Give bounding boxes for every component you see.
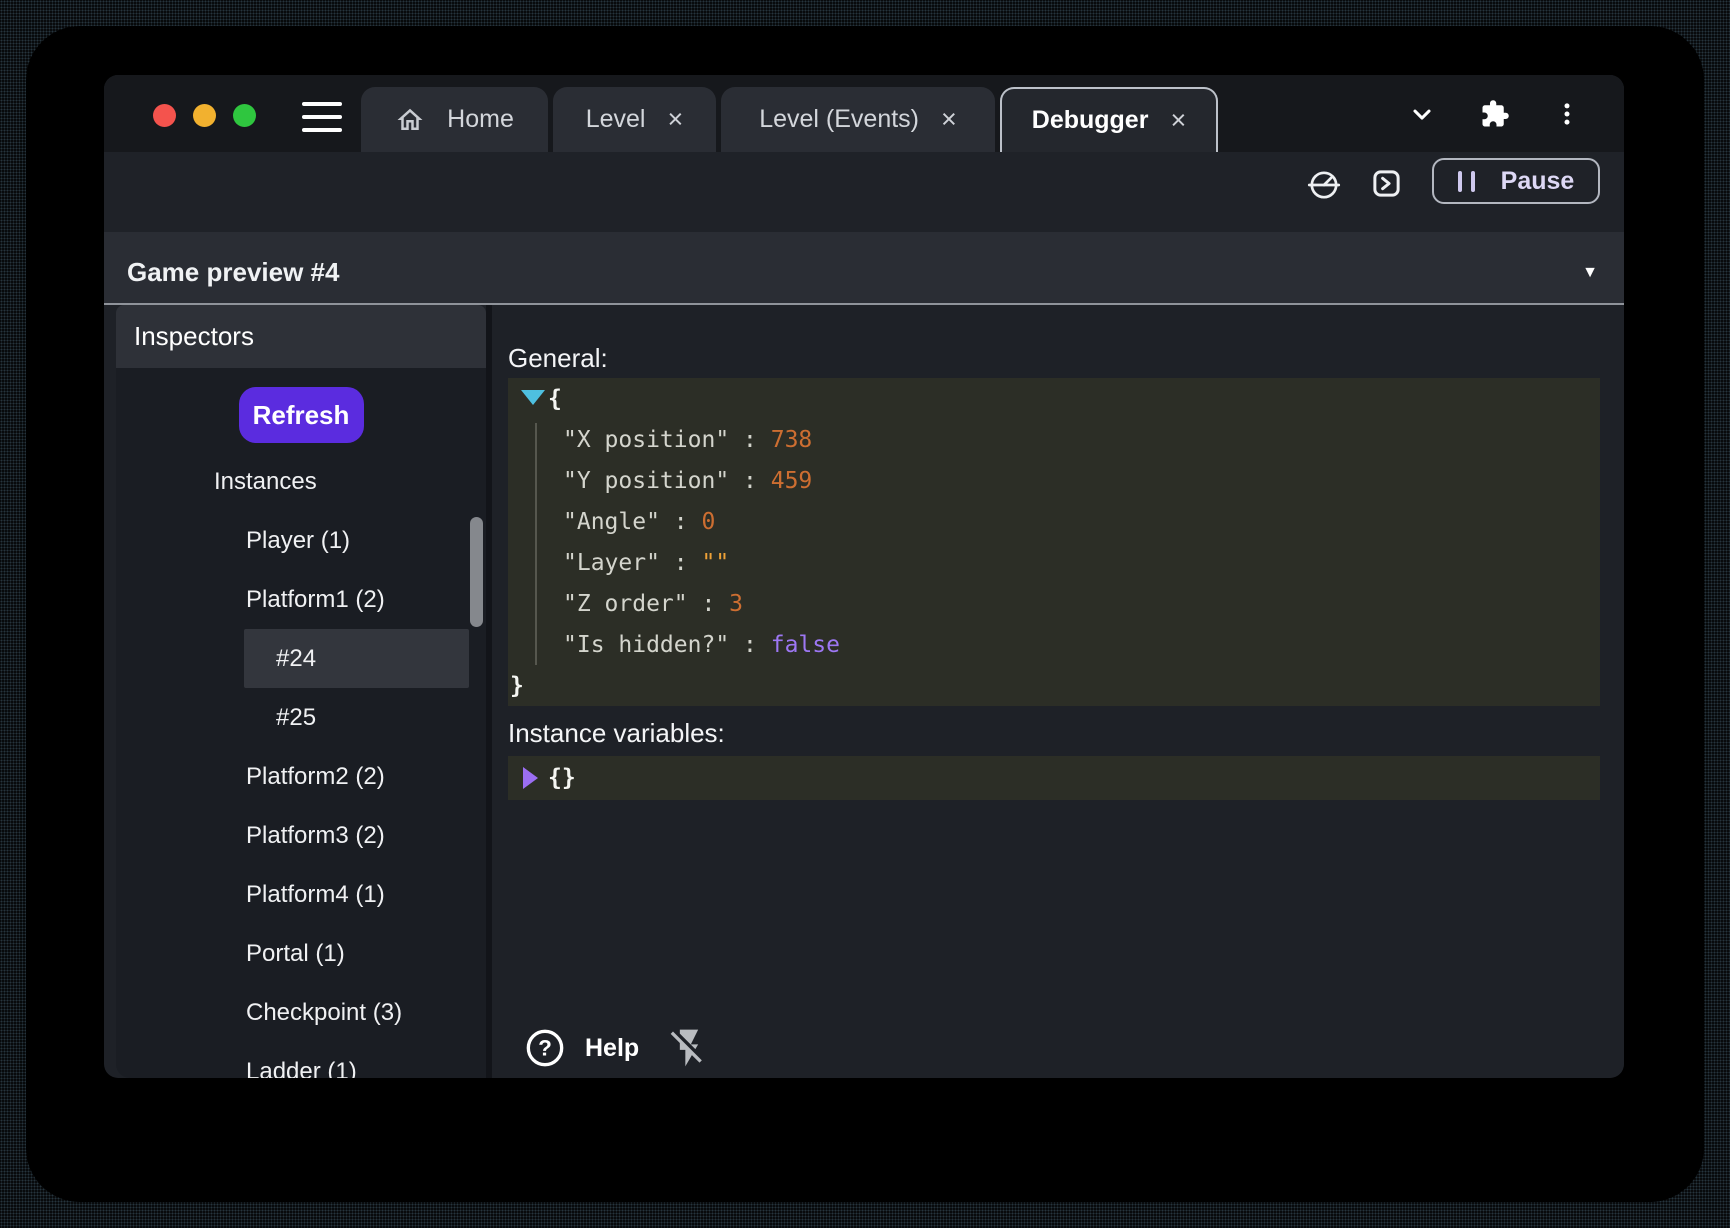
- flash-off-icon[interactable]: [667, 1026, 711, 1070]
- caret-down-icon: ▼: [1582, 264, 1598, 282]
- tree-item[interactable]: #25: [116, 688, 486, 747]
- tab-level-events[interactable]: Level (Events) ×: [721, 87, 995, 152]
- titlebar-actions: [1408, 99, 1624, 129]
- extensions-puzzle-icon[interactable]: [1480, 99, 1510, 129]
- pause-icon: [1458, 171, 1475, 192]
- tree-item[interactable]: Platform2 (2): [116, 747, 486, 806]
- tree-item[interactable]: Checkpoint (3): [116, 983, 486, 1042]
- debugger-toolbar: Pause: [104, 152, 1624, 232]
- json-row: "Y position" : 459: [508, 460, 1600, 501]
- menu-icon[interactable]: [302, 102, 342, 132]
- json-value: 738: [771, 427, 813, 453]
- indent-guide: [535, 423, 537, 665]
- json-value: "": [701, 550, 729, 576]
- tab-home[interactable]: Home: [361, 87, 548, 152]
- chevron-down-icon[interactable]: [1408, 100, 1436, 128]
- json-row: "Is hidden?" : false: [508, 624, 1600, 665]
- general-section-label: General:: [508, 343, 1600, 371]
- json-row: "Layer" : "": [508, 542, 1600, 583]
- json-value: 0: [701, 509, 715, 535]
- home-icon: [395, 105, 425, 135]
- tree-item-instances[interactable]: Instances: [116, 452, 486, 511]
- tree-item[interactable]: Ladder (1): [116, 1042, 486, 1078]
- help-button[interactable]: ? Help: [525, 1028, 639, 1068]
- game-preview-title: Game preview #4: [127, 257, 339, 288]
- tree-item[interactable]: Portal (1): [116, 924, 486, 983]
- inspectors-header: Inspectors: [116, 305, 486, 368]
- close-icon[interactable]: ×: [667, 106, 683, 133]
- json-value: 459: [771, 468, 813, 494]
- sidebar-scrollbar-thumb[interactable]: [470, 517, 483, 627]
- svg-text:?: ?: [538, 1036, 552, 1061]
- open-brace: {: [548, 386, 562, 412]
- titlebar: Home Level × Level (Events) × Debugger ×: [104, 75, 1624, 152]
- inspectors-sidebar: Inspectors Refresh Instances Player (1) …: [104, 305, 486, 1078]
- json-value: 3: [729, 591, 743, 617]
- tab-label: Home: [447, 105, 514, 134]
- json-row: "X position" : 738: [508, 419, 1600, 460]
- expander-down-icon[interactable]: [521, 390, 545, 405]
- content-area: Inspectors Refresh Instances Player (1) …: [104, 305, 1624, 1078]
- tab-level[interactable]: Level ×: [553, 87, 716, 152]
- instance-variables-label: Instance variables:: [508, 718, 1600, 746]
- console-icon[interactable]: [1371, 168, 1402, 199]
- empty-object: {}: [548, 765, 576, 791]
- tree-item[interactable]: Platform1 (2): [116, 570, 486, 629]
- refresh-button[interactable]: Refresh: [239, 387, 364, 443]
- help-row: ? Help: [525, 1026, 711, 1070]
- close-brace: }: [510, 673, 524, 699]
- tab-bar: Home Level × Level (Events) × Debugger ×: [361, 75, 1218, 152]
- pause-label: Pause: [1501, 167, 1575, 196]
- inspector-main-panel: General: { "X position" : 738 "Y positio…: [492, 305, 1624, 1078]
- minimize-window-button[interactable]: [193, 104, 216, 127]
- tree-item[interactable]: Platform3 (2): [116, 806, 486, 865]
- tree-item[interactable]: Platform4 (1): [116, 865, 486, 924]
- help-icon: ?: [525, 1028, 565, 1068]
- pause-button[interactable]: Pause: [1432, 158, 1600, 204]
- instance-variables-json-view: {}: [508, 756, 1600, 800]
- tab-debugger[interactable]: Debugger ×: [1000, 87, 1218, 152]
- expander-right-icon[interactable]: [523, 767, 538, 789]
- json-row: "Angle" : 0: [508, 501, 1600, 542]
- close-icon[interactable]: ×: [941, 106, 957, 133]
- tab-label: Debugger: [1032, 106, 1149, 135]
- tab-label: Level (Events): [759, 105, 919, 134]
- app-window: Home Level × Level (Events) × Debugger ×: [104, 75, 1624, 1078]
- profiler-icon[interactable]: [1307, 168, 1341, 202]
- traffic-lights: [153, 104, 256, 127]
- close-icon[interactable]: ×: [1170, 107, 1186, 134]
- json-row: "Z order" : 3: [508, 583, 1600, 624]
- tree-item[interactable]: Player (1): [116, 511, 486, 570]
- game-preview-accordion[interactable]: Game preview #4 ▼: [104, 232, 1624, 303]
- inspectors-list: Refresh Instances Player (1) Platform1 (…: [116, 368, 486, 1078]
- tab-label: Level: [586, 105, 646, 134]
- maximize-window-button[interactable]: [233, 104, 256, 127]
- inspectors-title: Inspectors: [134, 321, 254, 352]
- tree-item-selected[interactable]: #24: [116, 629, 486, 688]
- general-json-view: { "X position" : 738 "Y position" : 459 …: [508, 378, 1600, 706]
- close-window-button[interactable]: [153, 104, 176, 127]
- kebab-menu-icon[interactable]: [1554, 101, 1580, 127]
- json-value: false: [771, 632, 840, 658]
- help-label: Help: [585, 1034, 639, 1063]
